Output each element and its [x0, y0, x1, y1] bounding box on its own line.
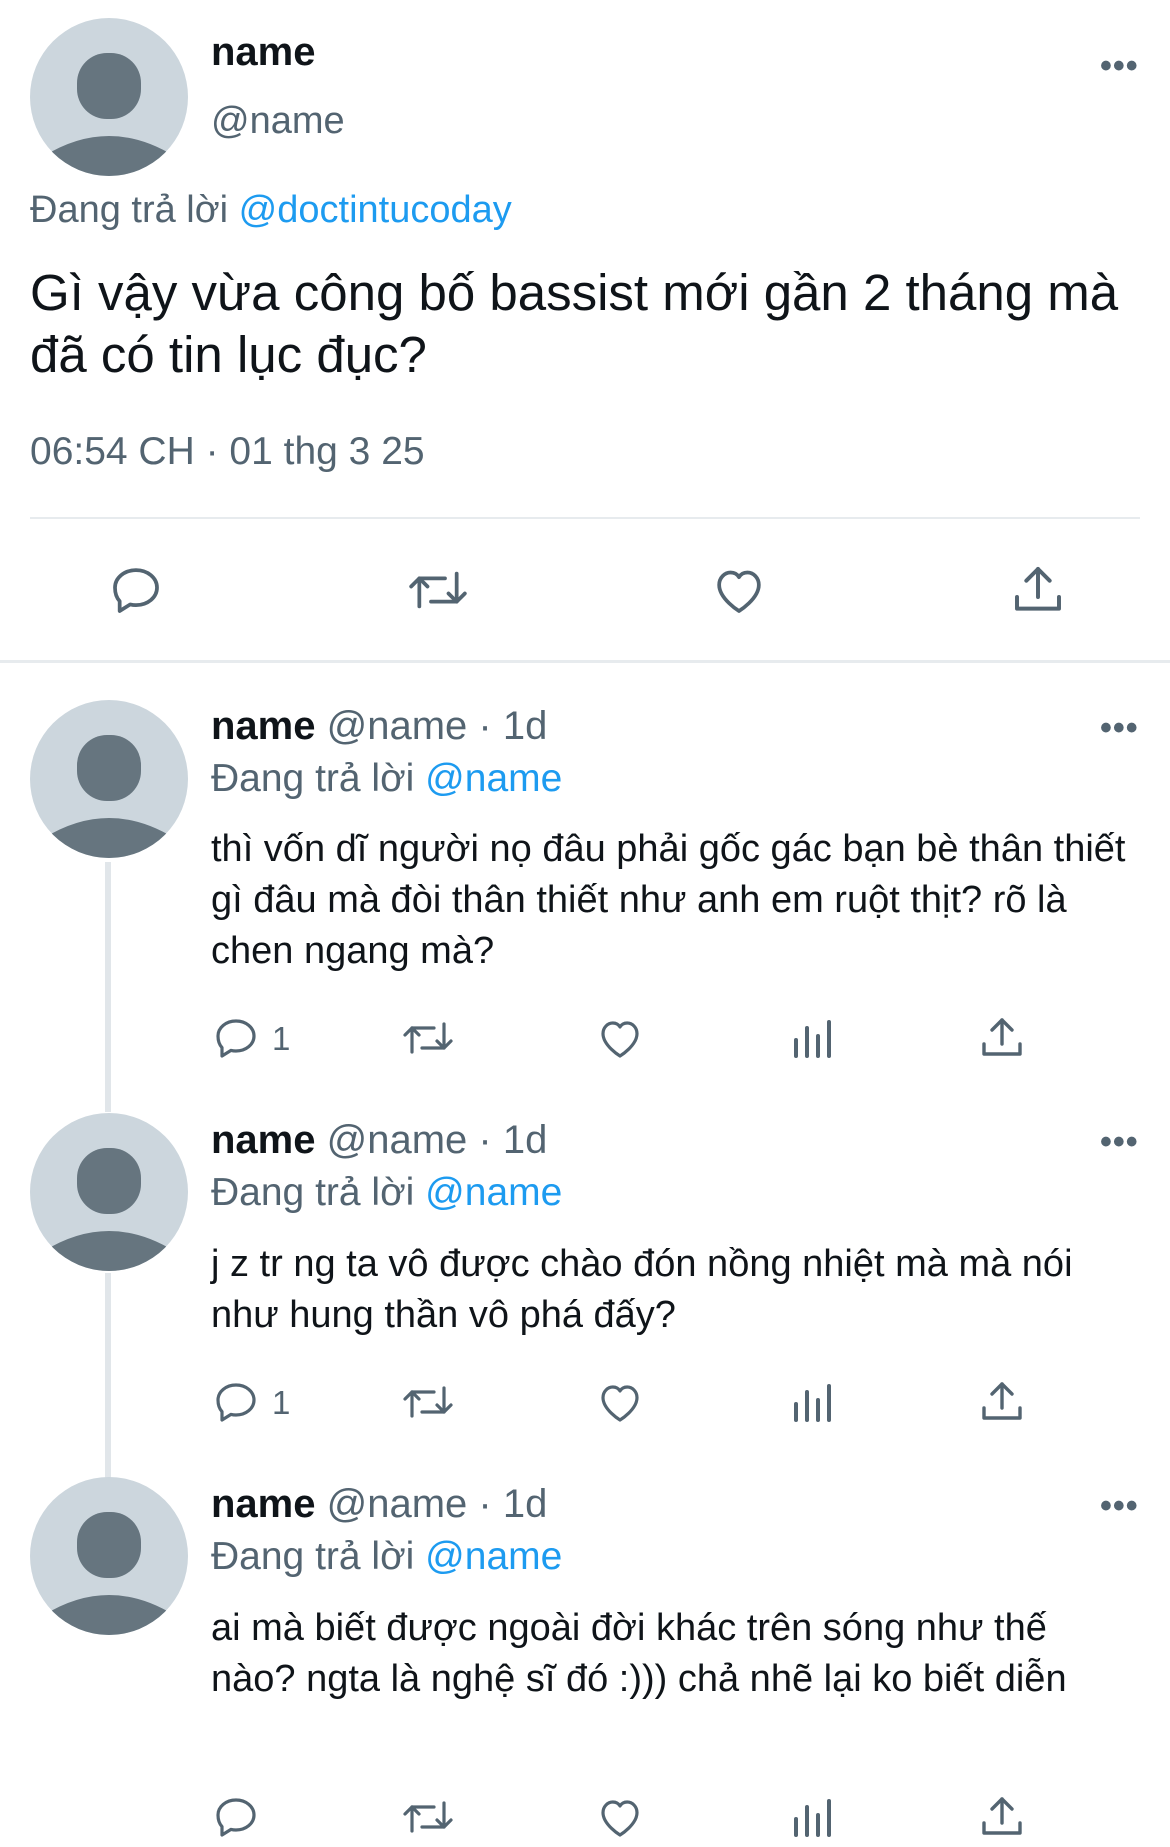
reply-header: name @name · 1d	[211, 1482, 547, 1527]
share-icon[interactable]	[1010, 562, 1066, 618]
analytics-icon[interactable]	[788, 1378, 836, 1426]
like-icon[interactable]	[595, 1793, 645, 1841]
avatar[interactable]	[30, 1113, 188, 1271]
author-name[interactable]: name	[211, 1482, 316, 1526]
author-handle-time[interactable]: @name · 1d	[327, 704, 548, 748]
author-handle-time[interactable]: @name · 1d	[327, 1118, 548, 1162]
share-icon[interactable]	[978, 1793, 1026, 1841]
reply-count: 1	[272, 1384, 291, 1421]
thread-line	[105, 1273, 111, 1478]
reply-icon[interactable]	[212, 1014, 260, 1062]
replying-to-label: Đang trả lời	[30, 189, 229, 231]
more-options-icon[interactable]: •••	[1100, 49, 1139, 83]
section-divider	[0, 660, 1170, 663]
author-handle-time[interactable]: @name · 1d	[327, 1482, 548, 1526]
avatar[interactable]	[30, 1477, 188, 1635]
tweet-text: Gì vậy vừa công bố bassist mới gần 2 thá…	[30, 264, 1119, 383]
replying-to-label: Đang trả lời	[211, 1171, 415, 1214]
replying-to-label: Đang trả lời	[211, 1535, 415, 1578]
default-avatar-icon	[44, 1148, 174, 1271]
replying-to-handle-link[interactable]: @name	[425, 757, 562, 800]
retweet-icon[interactable]	[400, 1793, 456, 1841]
retweet-icon[interactable]	[400, 1014, 456, 1062]
reply-text: thì vốn dĩ người nọ đâu phải gốc gác bạn…	[211, 828, 1126, 972]
replying-to-label: Đang trả lời	[211, 757, 415, 800]
reply-icon[interactable]	[108, 562, 164, 618]
replying-to: Đang trả lời @name	[211, 1171, 562, 1215]
replying-to-handle-link[interactable]: @doctintucoday	[239, 189, 512, 231]
reply-text: j z tr ng ta vô được chào đón nồng nhiệt…	[211, 1243, 1073, 1336]
reply-icon[interactable]	[212, 1378, 260, 1426]
divider	[30, 517, 1140, 519]
reply-icon[interactable]	[212, 1793, 260, 1841]
replying-to-handle-link[interactable]: @name	[425, 1171, 562, 1214]
share-icon[interactable]	[978, 1014, 1026, 1062]
analytics-icon[interactable]	[788, 1014, 836, 1062]
replying-to: Đang trả lời @name	[211, 1535, 562, 1579]
more-options-icon[interactable]: •••	[1100, 711, 1139, 745]
share-icon[interactable]	[978, 1378, 1026, 1426]
like-icon[interactable]	[710, 562, 768, 618]
like-icon[interactable]	[595, 1378, 645, 1426]
author-name[interactable]: name	[211, 1118, 316, 1162]
replying-to: Đang trả lời @doctintucoday	[30, 189, 512, 232]
retweet-icon[interactable]	[404, 562, 472, 618]
thread-line	[105, 862, 111, 1112]
reply-header: name @name · 1d	[211, 1118, 547, 1163]
like-icon[interactable]	[595, 1014, 645, 1062]
author-handle[interactable]: @name	[211, 100, 345, 143]
more-options-icon[interactable]: •••	[1100, 1125, 1139, 1159]
replying-to: Đang trả lời @name	[211, 757, 562, 801]
reply-count: 1	[272, 1020, 291, 1057]
avatar[interactable]	[30, 700, 188, 858]
default-avatar-icon	[44, 735, 174, 858]
author-name[interactable]: name	[211, 30, 316, 75]
tweet-timestamp[interactable]: 06:54 CH · 01 thg 3 25	[30, 430, 425, 474]
reply-header: name @name · 1d	[211, 704, 547, 749]
more-options-icon[interactable]: •••	[1100, 1489, 1139, 1523]
retweet-icon[interactable]	[400, 1378, 456, 1426]
replying-to-handle-link[interactable]: @name	[425, 1535, 562, 1578]
author-name[interactable]: name	[211, 704, 316, 748]
default-avatar-icon	[44, 53, 174, 176]
default-avatar-icon	[44, 1512, 174, 1635]
reply-text: ai mà biết được ngoài đời khác trên sóng…	[211, 1607, 1067, 1700]
avatar[interactable]	[30, 18, 188, 176]
analytics-icon[interactable]	[788, 1793, 836, 1841]
